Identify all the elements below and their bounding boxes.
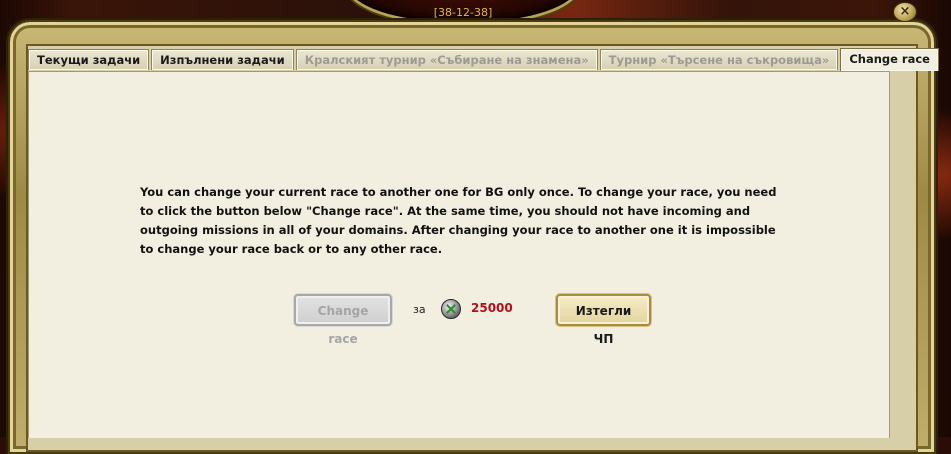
close-button[interactable]: × — [893, 2, 917, 22]
for-label: за — [413, 303, 426, 316]
tab-bar: Текущи задачи Изпълнени задачи Кралският… — [28, 48, 939, 71]
tab-treasure-tournament[interactable]: Турнир «Търсене на съкровища» — [599, 49, 839, 70]
coordinates-label: [38-12-38] — [433, 6, 493, 19]
change-race-button[interactable]: Change race — [294, 294, 392, 346]
tab-completed-tasks[interactable]: Изпълнени задачи — [151, 49, 294, 70]
tab-change-race[interactable]: Change race — [840, 48, 939, 71]
tab-current-tasks[interactable]: Текущи задачи — [28, 49, 150, 70]
change-race-description: You can change your current race to anot… — [140, 185, 777, 256]
content-panel: You can change your current race to anot… — [28, 71, 890, 438]
tab-royal-tournament[interactable]: Кралският турнир «Събиране на знамена» — [295, 49, 598, 70]
crossed-swords-coin-icon — [441, 299, 461, 319]
price-value: 25000 — [471, 301, 513, 315]
buy-premium-points-button[interactable]: Изтегли ЧП — [556, 294, 651, 346]
